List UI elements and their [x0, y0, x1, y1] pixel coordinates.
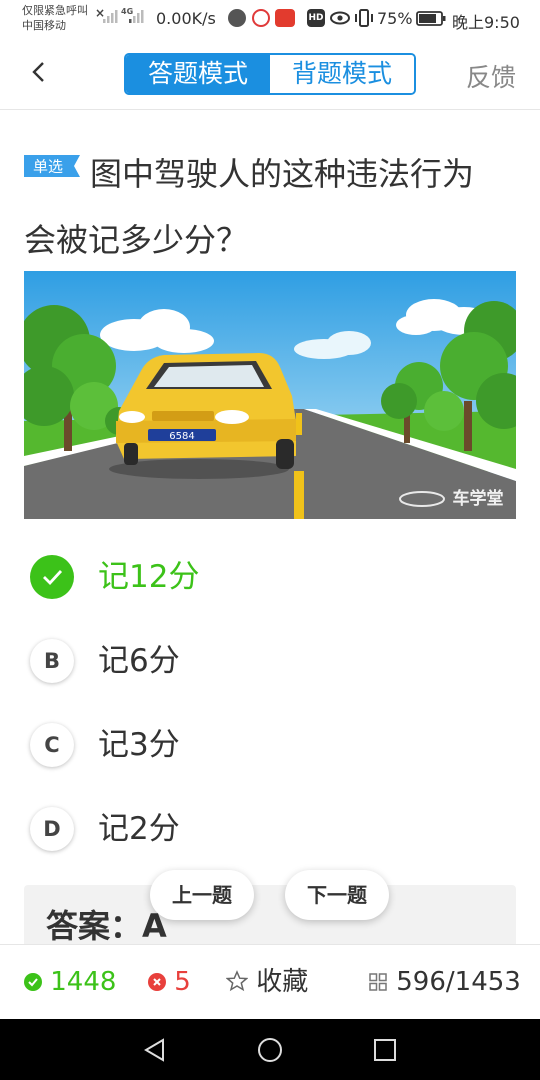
check-icon	[30, 555, 74, 599]
question-text: 图中驾驶人的这种违法行为会被记多少分？	[24, 155, 475, 259]
hd-icon: HD	[307, 9, 325, 27]
license-plate: 6584	[169, 431, 194, 442]
next-question-button[interactable]: 下一题	[285, 870, 389, 920]
eye-icon	[330, 11, 350, 25]
option-d-letter: D	[30, 807, 74, 851]
network-speed: 0.00K/s	[156, 9, 216, 28]
progress-count: 596/1453	[396, 967, 521, 997]
option-c-letter: C	[30, 723, 74, 767]
grid-icon	[369, 973, 387, 991]
answer-text: 答案：A	[46, 907, 167, 945]
option-a[interactable]: 记12分	[30, 555, 510, 599]
top-header: 答题模式 背题模式 反馈	[0, 38, 540, 110]
option-d[interactable]: D 记2分	[30, 807, 510, 851]
bottom-bar: 1448 5 收藏 596/1453	[0, 944, 540, 1019]
emergency-only-text: 仅限紧急呼叫	[22, 4, 88, 17]
feedback-button[interactable]: 反馈	[466, 58, 516, 94]
correct-icon	[24, 973, 42, 991]
question-image: 6584 车学堂	[24, 271, 516, 519]
prev-question-button[interactable]: 上一题	[150, 870, 254, 920]
battery-percent: 75%	[377, 9, 413, 28]
option-d-text: 记2分	[98, 811, 180, 847]
correct-count: 1448	[50, 967, 117, 997]
favorite-button[interactable]: 收藏	[225, 965, 309, 999]
wrong-counter[interactable]: 5	[148, 965, 191, 999]
option-b-text: 记6分	[98, 643, 180, 679]
star-icon	[225, 970, 249, 992]
option-b[interactable]: B 记6分	[30, 639, 510, 683]
status-bar: 仅限紧急呼叫 中国移动 × 4G 0.00K/s HD 75% 晚上9:50	[0, 0, 540, 38]
signal-icon	[103, 10, 118, 23]
wrong-icon	[148, 973, 166, 991]
home-circle-icon[interactable]	[257, 1037, 283, 1063]
vibrate-icon	[355, 9, 373, 27]
option-c[interactable]: C 记3分	[30, 723, 510, 767]
toutiao-icon	[275, 9, 295, 27]
recents-square-icon[interactable]	[372, 1037, 398, 1063]
watermark-text: 车学堂	[453, 488, 504, 509]
wechat-icon	[228, 9, 246, 27]
battery-icon	[416, 11, 446, 26]
carrier-name: 中国移动	[22, 19, 66, 32]
signal-4g-icon	[129, 10, 144, 23]
tab-answer-mode[interactable]: 答题模式	[126, 55, 270, 93]
mode-switch: 答题模式 背题模式	[124, 53, 416, 95]
app-notification-icon	[252, 9, 270, 27]
wrong-count: 5	[174, 967, 191, 997]
tab-study-mode[interactable]: 背题模式	[270, 55, 414, 93]
question-progress[interactable]: 596/1453	[368, 965, 521, 999]
carrier-info: 仅限紧急呼叫 中国移动	[22, 3, 88, 33]
option-c-text: 记3分	[98, 727, 180, 763]
favorite-label: 收藏	[256, 967, 309, 997]
option-a-text: 记12分	[98, 559, 200, 595]
option-b-letter: B	[30, 639, 74, 683]
chevron-left-icon[interactable]	[26, 58, 54, 86]
system-nav-bar	[0, 1019, 540, 1080]
back-triangle-icon[interactable]	[142, 1037, 168, 1063]
correct-counter[interactable]: 1448	[24, 965, 116, 999]
clock: 晚上9:50	[452, 13, 520, 32]
